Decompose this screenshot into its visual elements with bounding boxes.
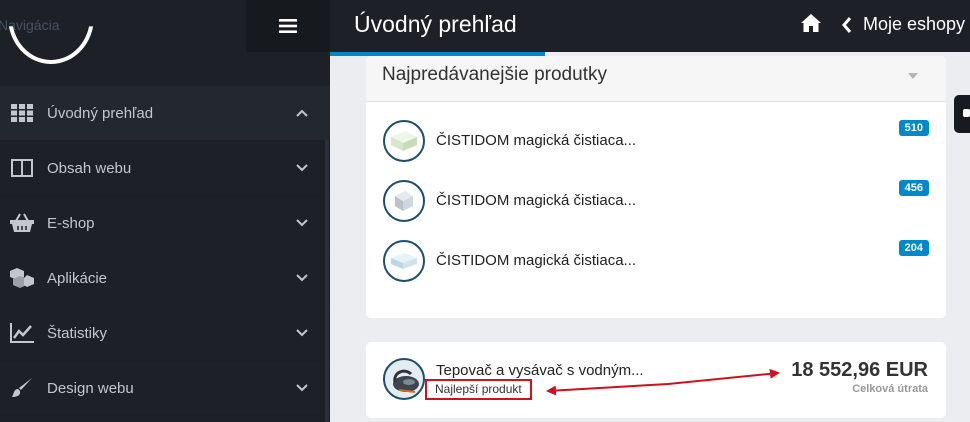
product-name: ČISTIDOM magická čistiaca... [436, 192, 637, 209]
count-badge: 456 [898, 180, 929, 196]
product-name: ČISTIDOM magická čistiaca... [436, 252, 637, 269]
chevron-down-icon [296, 329, 308, 337]
list-item[interactable]: ČISTIDOM magická čistiaca... 510 [383, 120, 929, 164]
page-title: Úvodný prehľad [354, 11, 517, 37]
chevron-down-icon [296, 274, 308, 282]
sidebar-menu: Úvodný prehľad Obsah webu E-shop Aplikác… [0, 86, 330, 416]
sidebar-item-label: Design webu [47, 379, 134, 397]
best-product-tag: Najlepší produkt [425, 379, 532, 400]
sidebar-header: Navigácia [0, 0, 330, 86]
total-spend-value: 18 552,96 EUR [791, 359, 928, 381]
product-thumbnail [383, 180, 425, 222]
cubes-icon [10, 267, 34, 289]
hamburger-icon [279, 19, 297, 33]
profile-avatar[interactable] [8, 26, 94, 64]
sidebar-item-label: E-shop [47, 214, 95, 232]
sidebar-scrollbar[interactable] [325, 140, 329, 422]
line-chart-icon [10, 322, 34, 344]
home-icon[interactable] [800, 13, 822, 33]
sidebar-item-label: Štatistiky [47, 324, 108, 342]
menu-toggle-button[interactable] [246, 0, 330, 52]
sidebar-item-apps[interactable]: Aplikácie [0, 251, 330, 306]
sidebar-item-eshop[interactable]: E-shop [0, 196, 330, 251]
settings-tab[interactable] [954, 95, 970, 133]
sidebar-item-label: Aplikácie [47, 269, 108, 287]
sidebar-item-label: Úvodný prehľad [47, 104, 154, 122]
sidebar-item-label: Obsah webu [47, 159, 132, 177]
total-spend-label: Celková útrata [852, 383, 928, 395]
sidebar-item-web-content[interactable]: Obsah webu [0, 141, 330, 196]
product-thumbnail[interactable] [383, 358, 425, 400]
my-eshops-link[interactable]: Moje eshopy [863, 14, 965, 35]
list-item[interactable]: ČISTIDOM magická čistiaca... 456 [383, 180, 929, 224]
sidebar-item-web-design[interactable]: Design webu [0, 361, 330, 416]
columns-icon [10, 157, 34, 179]
product-name[interactable]: Tepovač a vysávač s vodným... [436, 362, 644, 379]
chevron-down-icon [296, 384, 308, 392]
sidebar-item-dashboard[interactable]: Úvodný prehľad [0, 86, 330, 141]
product-name: ČISTIDOM magická čistiaca... [436, 132, 637, 149]
brush-icon [10, 377, 34, 399]
product-thumbnail [383, 240, 425, 282]
sidebar: Navigácia Úvodný prehľad Obsah webu E-sh… [0, 0, 330, 422]
basket-icon [10, 212, 34, 234]
grid-icon [10, 102, 34, 124]
gear-icon [963, 109, 970, 117]
top-products-panel: Najpredávanejšie produtky ČISTIDOM magic… [366, 56, 946, 318]
panel-header: Najpredávanejšie produtky [366, 56, 946, 102]
product-thumbnail [383, 120, 425, 162]
chevron-down-icon [296, 219, 308, 227]
best-product-panel: Tepovač a vysávač s vodným... Najlepší p… [366, 342, 946, 418]
chevron-left-icon[interactable] [842, 17, 852, 33]
chevron-up-icon [296, 109, 308, 117]
count-badge: 204 [898, 240, 929, 256]
count-badge: 510 [898, 120, 929, 136]
panel-title: Najpredávanejšie produtky [382, 64, 607, 85]
top-header: Úvodný prehľad Moje eshopy [330, 0, 970, 52]
sidebar-item-statistics[interactable]: Štatistiky [0, 306, 330, 361]
chevron-down-icon [296, 164, 308, 172]
list-item[interactable]: ČISTIDOM magická čistiaca... 204 [383, 240, 929, 284]
collapse-caret-icon[interactable] [908, 73, 918, 79]
